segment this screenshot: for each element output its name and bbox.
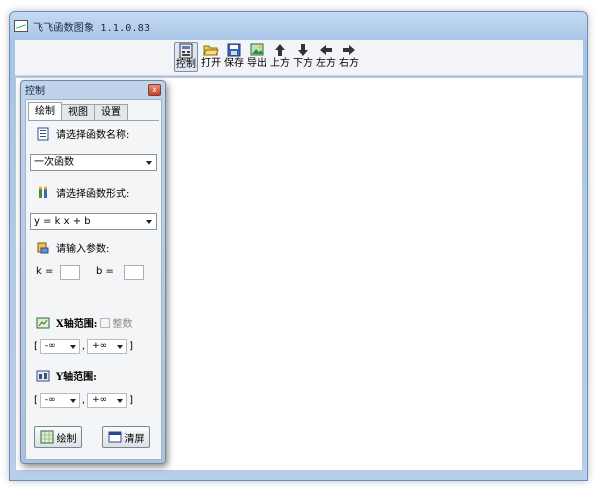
func-form-label: 请选择函数形式: <box>56 189 130 200</box>
x-axis-chart-icon <box>36 317 50 328</box>
param-k-label: k = <box>36 266 54 277</box>
chevron-down-icon <box>69 345 76 349</box>
toolbar-label: 控制 <box>176 59 196 70</box>
clear-button-label: 清屏 <box>124 433 145 445</box>
func-name-label: 请选择函数名称: <box>56 130 130 141</box>
tab-settings[interactable]: 设置 <box>94 104 128 120</box>
control-panel: 控制 x 绘制 视图 设置 请选择函数名称: 一次函数 请选择函数形式: y =… <box>20 80 166 464</box>
arrow-left-icon <box>320 45 332 55</box>
toolbar-control-button[interactable]: 控制 <box>174 42 198 72</box>
chevron-down-icon <box>146 220 152 224</box>
bracket-open: [ <box>34 395 38 406</box>
app-title: 飞飞函数图象 1.1.0.83 <box>33 22 151 34</box>
comma: , <box>81 341 86 352</box>
tab-draw[interactable]: 绘制 <box>28 102 62 120</box>
bracket-close: ] <box>129 395 133 406</box>
toolbar-label: 下方 <box>293 58 313 69</box>
draw-button-label: 绘制 <box>56 433 77 445</box>
func-form-row: 请选择函数形式: <box>36 185 129 200</box>
folder-open-icon <box>203 45 219 56</box>
func-name-row: 请选择函数名称: <box>36 126 129 141</box>
param-b-input[interactable] <box>124 265 144 280</box>
toolbar-export-button[interactable]: 导出 <box>247 42 267 72</box>
toolbar-label: 左方 <box>316 58 336 69</box>
clear-button[interactable]: 清屏 <box>102 426 150 448</box>
toolbar-up-button[interactable]: 上方 <box>270 42 290 72</box>
integer-label: 整数 <box>112 319 133 330</box>
app-icon <box>14 20 28 32</box>
y-min-select[interactable]: -∞ <box>39 393 80 408</box>
toolbar: 控制 打开 保存 导出 上方 下方 左方 右方 <box>15 40 583 76</box>
toolbar-label: 打开 <box>201 58 221 69</box>
y-range-label: Y轴范围: <box>56 372 97 383</box>
control-panel-title: 控制 <box>25 86 45 97</box>
comma: , <box>81 395 86 406</box>
func-form-value: y = k x + b <box>34 216 91 227</box>
arrow-up-icon <box>275 44 285 56</box>
y-max-select[interactable]: +∞ <box>87 393 128 408</box>
param-k-input[interactable] <box>60 265 80 280</box>
save-disk-icon <box>227 43 241 57</box>
y-range-row: Y轴范围: <box>36 368 97 383</box>
toolbar-open-button[interactable]: 打开 <box>201 42 221 72</box>
integer-checkbox[interactable] <box>100 317 111 328</box>
toolbar-label: 导出 <box>247 58 267 69</box>
x-range-label: X轴范围: <box>56 319 98 330</box>
toolbar-save-button[interactable]: 保存 <box>224 42 244 72</box>
export-image-icon <box>250 43 264 56</box>
chevron-down-icon <box>117 345 124 349</box>
x-min-value: -∞ <box>44 341 56 351</box>
toolbar-label: 右方 <box>339 58 359 69</box>
func-form-select[interactable]: y = k x + b <box>30 213 157 230</box>
toolbar-left-button[interactable]: 左方 <box>316 42 336 72</box>
params-row: 请输入参数: <box>36 240 109 255</box>
toolbar-right-button[interactable]: 右方 <box>339 42 359 72</box>
x-min-select[interactable]: -∞ <box>39 339 80 354</box>
bracket-close: ] <box>129 341 133 352</box>
param-b-label: b = <box>96 266 114 277</box>
document-list-icon <box>37 127 49 140</box>
puzzle-icon <box>39 186 47 198</box>
params-inputs: k = b = <box>34 265 154 281</box>
y-max-value: +∞ <box>92 395 108 405</box>
window-clear-icon <box>108 431 121 443</box>
arrow-down-icon <box>298 44 308 56</box>
x-range-selects: [ -∞ , +∞ ] <box>34 339 133 354</box>
bracket-open: [ <box>34 341 38 352</box>
func-name-value: 一次函数 <box>34 157 74 168</box>
control-panel-body: 绘制 视图 设置 请选择函数名称: 一次函数 请选择函数形式: y = k x … <box>25 99 162 460</box>
chevron-down-icon <box>117 399 124 403</box>
chevron-down-icon <box>69 399 76 403</box>
toolbar-label: 上方 <box>270 58 290 69</box>
params-label: 请输入参数: <box>56 244 110 255</box>
y-axis-chart-icon <box>36 370 50 381</box>
x-max-value: +∞ <box>92 341 108 351</box>
toolbar-label: 保存 <box>224 58 244 69</box>
title-bar: 飞飞函数图象 1.1.0.83 <box>14 16 584 36</box>
toolbar-down-button[interactable]: 下方 <box>293 42 313 72</box>
y-range-selects: [ -∞ , +∞ ] <box>34 393 133 408</box>
x-range-row: X轴范围: 整数 <box>36 315 132 330</box>
y-min-value: -∞ <box>44 395 56 405</box>
x-max-select[interactable]: +∞ <box>87 339 128 354</box>
keyboard-input-icon <box>37 242 49 253</box>
chevron-down-icon <box>146 161 152 165</box>
func-name-select[interactable]: 一次函数 <box>30 154 157 171</box>
control-icon <box>179 43 193 59</box>
close-button[interactable]: x <box>148 84 161 96</box>
tab-view[interactable]: 视图 <box>61 104 95 120</box>
arrow-right-icon <box>343 45 355 55</box>
draw-button[interactable]: 绘制 <box>34 426 82 448</box>
draw-chart-icon <box>40 430 53 444</box>
